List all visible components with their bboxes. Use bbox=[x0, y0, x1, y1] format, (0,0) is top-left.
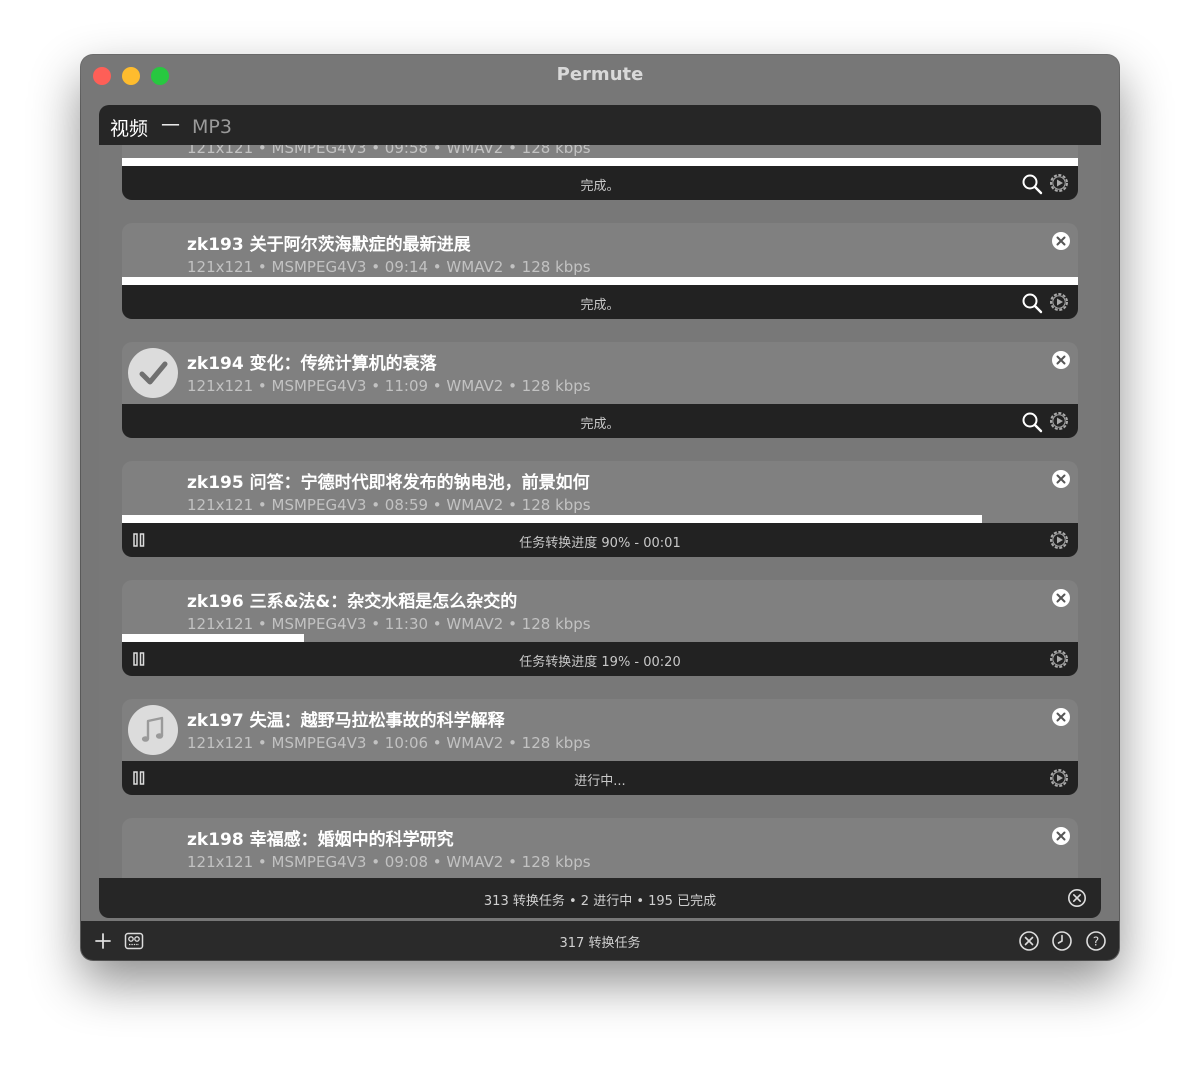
task-status: 进行中... bbox=[574, 774, 626, 789]
title-bar: Permute bbox=[81, 55, 1119, 97]
task-status-bar: 完成。 bbox=[122, 404, 1078, 438]
summary-bar: 313 转换任务 • 2 进行中 • 195 已完成 bbox=[99, 878, 1101, 918]
gear-icon[interactable] bbox=[1048, 648, 1070, 670]
task-card[interactable]: zk195 问答：宁德时代即将发布的钠电池，前景如何 121x121 • MSM… bbox=[122, 461, 1078, 557]
task-status: 任务转换进度 19% - 00:20 bbox=[519, 655, 681, 670]
task-meta: 121x121 • MSMPEG4V3 • 09:08 • WMAV2 • 12… bbox=[187, 853, 591, 871]
task-title: zk195 问答：宁德时代即将发布的钠电池，前景如何 bbox=[187, 473, 590, 493]
cancel-all-icon[interactable] bbox=[1018, 930, 1040, 952]
task-status-bar: 完成。 bbox=[122, 285, 1078, 319]
remove-task-button[interactable] bbox=[1052, 708, 1070, 726]
gear-icon[interactable] bbox=[1048, 767, 1070, 789]
task-thumbnail bbox=[128, 705, 178, 755]
remove-task-button[interactable] bbox=[1052, 351, 1070, 369]
gear-icon[interactable] bbox=[1048, 291, 1070, 313]
task-status: 完成。 bbox=[580, 298, 620, 313]
summary-text: 313 转换任务 • 2 进行中 • 195 已完成 bbox=[483, 894, 717, 909]
music-note-icon bbox=[141, 716, 164, 742]
window-title: Permute bbox=[556, 64, 644, 85]
task-thumbnail bbox=[128, 348, 178, 398]
task-status-bar: 任务转换进度 19% - 00:20 bbox=[122, 642, 1078, 676]
task-status-bar: 完成。 bbox=[122, 166, 1078, 200]
search-icon[interactable] bbox=[1021, 173, 1043, 195]
task-title: zk198 幸福感：婚姻中的科学研究 bbox=[187, 830, 454, 850]
task-meta: 121x121 • MSMPEG4V3 • 11:30 • WMAV2 • 12… bbox=[187, 615, 591, 633]
gear-icon[interactable] bbox=[1048, 410, 1070, 432]
task-meta: 121x121 • MSMPEG4V3 • 09:14 • WMAV2 • 12… bbox=[187, 258, 591, 276]
task-card[interactable]: 121x121 • MSMPEG4V3 • 09:58 • WMAV2 • 12… bbox=[122, 145, 1078, 200]
task-card[interactable]: zk198 幸福感：婚姻中的科学研究 121x121 • MSMPEG4V3 •… bbox=[122, 818, 1078, 878]
task-status: 完成。 bbox=[580, 179, 620, 194]
task-title: zk196 三系&法&：杂交水稻是怎么杂交的 bbox=[187, 592, 518, 612]
task-list[interactable]: 121x121 • MSMPEG4V3 • 09:58 • WMAV2 • 12… bbox=[99, 145, 1101, 878]
task-meta: 121x121 • MSMPEG4V3 • 09:58 • WMAV2 • 12… bbox=[187, 145, 591, 157]
task-status-bar: 任务转换进度 90% - 00:01 bbox=[122, 523, 1078, 557]
app-window: Permute 视频 — MP3 121x121 • MSMPEG4V3 • 0… bbox=[81, 55, 1119, 960]
gear-icon[interactable] bbox=[1048, 529, 1070, 551]
checkmark-icon bbox=[139, 361, 168, 385]
task-status-bar: 进行中... bbox=[122, 761, 1078, 795]
task-meta: 121x121 • MSMPEG4V3 • 10:06 • WMAV2 • 12… bbox=[187, 734, 591, 752]
task-meta: 121x121 • MSMPEG4V3 • 08:59 • WMAV2 • 12… bbox=[187, 496, 591, 514]
remove-task-button[interactable] bbox=[1052, 470, 1070, 488]
task-progress-bar bbox=[122, 515, 983, 523]
task-meta: 121x121 • MSMPEG4V3 • 11:09 • WMAV2 • 12… bbox=[187, 377, 591, 395]
task-progress-bar bbox=[122, 634, 304, 642]
remove-task-button[interactable] bbox=[1052, 589, 1070, 607]
task-status: 完成。 bbox=[580, 417, 620, 432]
preset-separator: — bbox=[161, 113, 180, 135]
task-status: 任务转换进度 90% - 00:01 bbox=[519, 536, 681, 551]
bottom-toolbar: 317 转换任务 ? bbox=[81, 921, 1119, 960]
task-card[interactable]: zk197 失温：越野马拉松事故的科学解释 121x121 • MSMPEG4V… bbox=[122, 699, 1078, 795]
task-card[interactable]: zk193 关于阿尔茨海默症的最新进展 121x121 • MSMPEG4V3 … bbox=[122, 223, 1078, 319]
remove-task-button[interactable] bbox=[1052, 827, 1070, 845]
close-icon bbox=[1056, 474, 1066, 484]
task-card[interactable]: zk196 三系&法&：杂交水稻是怎么杂交的 121x121 • MSMPEG4… bbox=[122, 580, 1078, 676]
search-icon[interactable] bbox=[1021, 411, 1043, 433]
help-icon[interactable]: ? bbox=[1085, 930, 1107, 952]
close-icon bbox=[1056, 593, 1066, 603]
task-progress-bar bbox=[122, 277, 1078, 285]
task-title: zk197 失温：越野马拉松事故的科学解释 bbox=[187, 711, 505, 731]
svg-text:?: ? bbox=[1093, 935, 1099, 949]
preset-header: 视频 — MP3 bbox=[99, 105, 1101, 145]
task-count: 317 转换任务 bbox=[559, 936, 641, 951]
gear-icon[interactable] bbox=[1048, 172, 1070, 194]
task-title: zk194 变化：传统计算机的衰落 bbox=[187, 354, 437, 374]
close-icon bbox=[1056, 236, 1066, 246]
search-icon[interactable] bbox=[1021, 292, 1043, 314]
preset-panel: 视频 — MP3 121x121 • MSMPEG4V3 • 09:58 • W… bbox=[99, 105, 1101, 918]
task-card[interactable]: zk194 变化：传统计算机的衰落 121x121 • MSMPEG4V3 • … bbox=[122, 342, 1078, 438]
preset-tab-mp3[interactable]: MP3 bbox=[192, 116, 232, 138]
close-icon bbox=[1056, 831, 1066, 841]
preset-tab-video[interactable]: 视频 bbox=[110, 114, 148, 141]
close-icon bbox=[1056, 712, 1066, 722]
remove-task-button[interactable] bbox=[1052, 232, 1070, 250]
task-progress-bar bbox=[122, 158, 1078, 166]
task-title: zk193 关于阿尔茨海默症的最新进展 bbox=[187, 235, 471, 255]
clear-all-icon[interactable] bbox=[1067, 888, 1087, 908]
clock-icon[interactable] bbox=[1051, 930, 1073, 952]
close-icon bbox=[1056, 355, 1066, 365]
